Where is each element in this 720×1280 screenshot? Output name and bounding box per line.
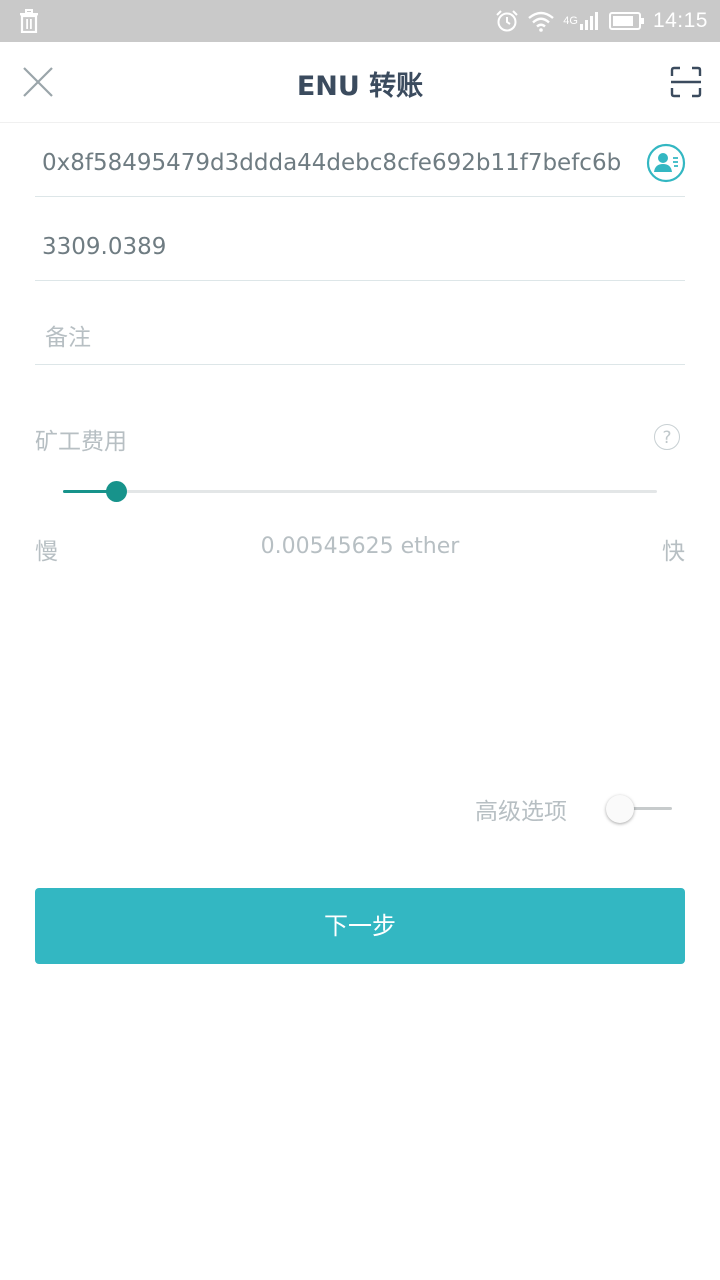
slider-thumb[interactable]	[106, 481, 127, 502]
advanced-options-toggle[interactable]	[606, 794, 672, 824]
advanced-options-label: 高级选项	[475, 799, 567, 825]
address-value: 0x8f58495479d3ddda44debc8cfe692b11f7befc…	[42, 150, 622, 176]
status-icons: 4G 14:15	[487, 0, 708, 42]
help-icon[interactable]: ?	[654, 424, 680, 450]
clock: 14:15	[652, 9, 708, 32]
header: ENU 转账	[0, 42, 720, 123]
page-title: ENU 转账	[296, 71, 424, 102]
transfer-screen: 4G 14:15 ENU 转账 0x8f58495479d3ddda44debc…	[0, 0, 720, 1280]
fee-amount: 0.00545625 ether	[260, 534, 460, 559]
speed-row: 慢 0.00545625 ether 快	[35, 532, 685, 565]
amount-field[interactable]: 3309.0389	[35, 224, 685, 281]
address-field[interactable]: 0x8f58495479d3ddda44debc8cfe692b11f7befc…	[35, 140, 686, 197]
alarm-icon	[495, 9, 519, 33]
fee-slider[interactable]	[63, 470, 657, 514]
toggle-knob	[606, 795, 634, 823]
wifi-icon	[527, 10, 555, 32]
memo-placeholder: 备注	[45, 325, 91, 351]
network-type: 4G	[563, 15, 578, 27]
fast-label: 快	[662, 539, 685, 565]
next-button[interactable]: 下一步	[35, 888, 685, 964]
signal-icon: 4G	[563, 11, 601, 31]
battery-icon	[608, 11, 645, 31]
trash-icon	[20, 9, 38, 33]
slider-track	[63, 490, 657, 493]
amount-value: 3309.0389	[42, 234, 167, 260]
miner-fee-label: 矿工费用	[35, 429, 127, 455]
status-bar: 4G 14:15	[0, 0, 720, 42]
contact-book-icon[interactable]	[646, 143, 686, 183]
memo-field[interactable]: 备注	[35, 308, 685, 365]
scan-icon[interactable]	[670, 66, 702, 98]
